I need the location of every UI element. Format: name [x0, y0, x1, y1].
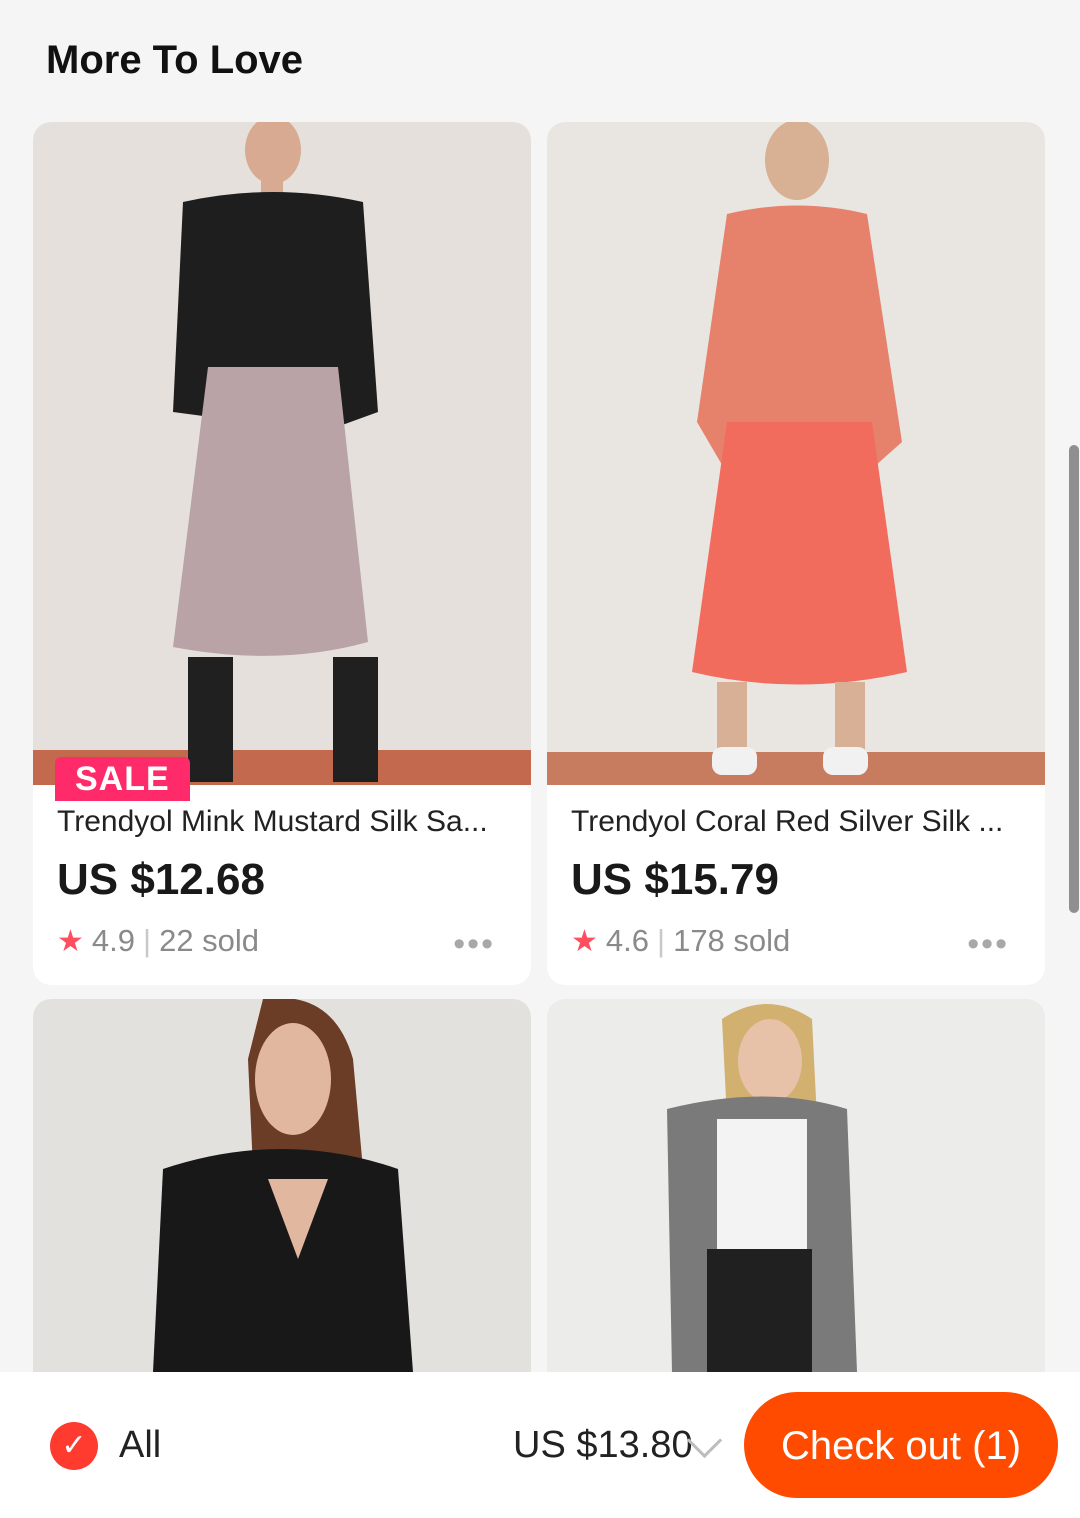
more-options-icon[interactable]: •••	[453, 925, 495, 964]
product-info-2: Trendyol Coral Red Silver Silk ... US $1…	[547, 785, 1045, 985]
product-rating: 4.6	[605, 923, 650, 958]
product-meta: ★ 4.6 | 178 sold	[571, 923, 790, 959]
product-title[interactable]: Trendyol Coral Red Silver Silk ...	[571, 805, 1023, 839]
star-icon: ★	[571, 924, 598, 958]
product-price: US $15.79	[571, 855, 779, 904]
product-sold: 178 sold	[673, 923, 791, 958]
bottom-bar: ✓ All US $13.80 Check out (1)	[0, 1372, 1080, 1518]
product-card-3[interactable]	[33, 999, 531, 1372]
meta-separator: |	[657, 923, 666, 958]
select-all-label[interactable]: All	[119, 1424, 161, 1467]
checkout-button[interactable]: Check out (1)	[744, 1392, 1058, 1498]
product-image-2[interactable]	[547, 122, 1045, 785]
product-card-4[interactable]	[547, 999, 1045, 1372]
more-options-icon[interactable]: •••	[967, 925, 1009, 964]
select-all-checkbox[interactable]: ✓	[50, 1422, 98, 1470]
product-image-1[interactable]	[33, 122, 531, 785]
scrollbar[interactable]	[1069, 445, 1079, 913]
product-image-4[interactable]	[547, 999, 1045, 1372]
product-sold: 22 sold	[159, 923, 260, 958]
product-card-1[interactable]: SALE Trendyol Mink Mustard Silk Sa... US…	[33, 122, 531, 985]
product-image-3[interactable]	[33, 999, 531, 1372]
product-card-2[interactable]: Trendyol Coral Red Silver Silk ... US $1…	[547, 122, 1045, 985]
product-rating: 4.9	[91, 923, 136, 958]
product-title[interactable]: Trendyol Mink Mustard Silk Sa...	[57, 805, 509, 839]
product-info-1: SALE Trendyol Mink Mustard Silk Sa... US…	[33, 757, 531, 985]
meta-separator: |	[143, 923, 152, 958]
sale-badge: SALE	[55, 757, 190, 801]
total-price[interactable]: US $13.80	[513, 1424, 693, 1467]
product-price: US $12.68	[57, 855, 265, 904]
product-meta: ★ 4.9 | 22 sold	[57, 923, 259, 959]
star-icon: ★	[57, 924, 84, 958]
section-title: More To Love	[46, 38, 304, 82]
